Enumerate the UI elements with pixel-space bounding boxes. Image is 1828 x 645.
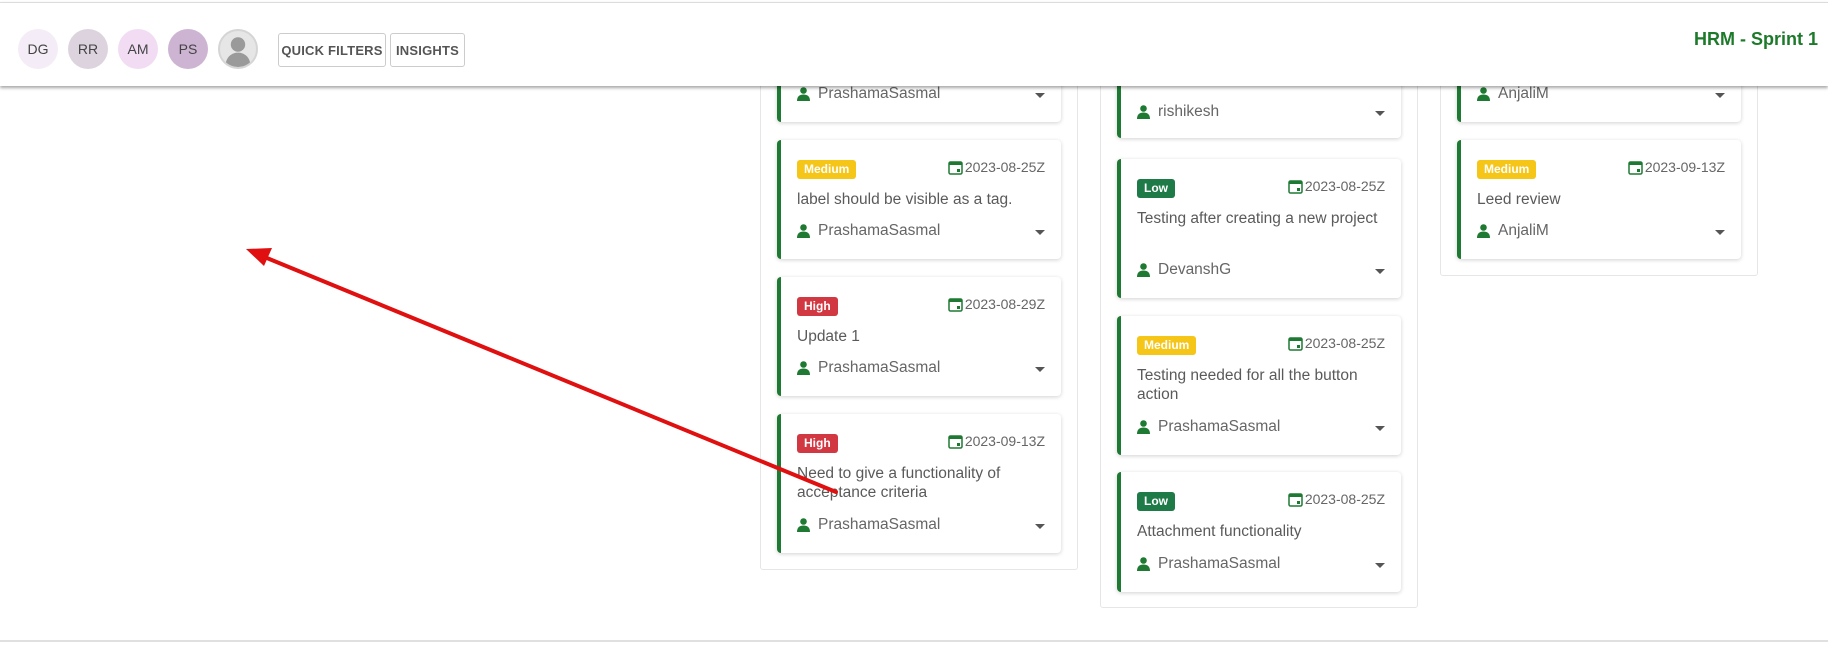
priority-badge: Medium [797,160,857,179]
user-icon [1137,263,1150,277]
card-due-date: 2023-09-13Z [1628,159,1725,175]
default-user-icon [225,37,251,67]
card-due-date: 2023-08-25Z [948,159,1045,175]
card-assignee: DevanshG [1137,261,1231,279]
card-menu-caret[interactable] [1035,230,1045,235]
user-icon [1137,557,1150,571]
card-assignee: rishikesh [1137,103,1219,121]
card-assignee: AnjaliM [1477,85,1549,103]
project-title: HRM - Sprint 1 [1694,29,1818,49]
card-due-date: 2023-08-25Z [1288,491,1385,507]
avatar-default-user[interactable] [218,29,258,69]
card-title: Testing needed for all the button action [1137,367,1358,403]
card-assignee: PrashamaSasmal [797,516,940,534]
card-title: label should be visible as a tag. [797,191,1013,208]
card-due-date: 2023-08-25Z [1288,178,1385,194]
user-icon [1477,87,1490,101]
card-menu-caret[interactable] [1035,367,1045,372]
task-card[interactable]: Low 2023-08-25Z Attachment functionality… [1117,472,1401,592]
calendar-icon [948,434,963,449]
quick-filters-button[interactable]: QUICK FILTERS [278,33,386,67]
task-card[interactable]: Medium 2023-09-13Z Leed review AnjaliM [1457,140,1741,259]
card-due-date: 2023-09-13Z [948,433,1045,449]
card-assignee: PrashamaSasmal [797,222,940,240]
card-menu-caret[interactable] [1715,230,1725,235]
card-menu-caret[interactable] [1035,93,1045,98]
board-page: DG RR AM PS QUICK FILTERS INSIGHTS HRM -… [0,0,1828,645]
card-title: Update 1 [797,328,860,345]
board-column-2: rishikesh Low 2023-08-25Z Testing after … [1100,40,1418,608]
avatar-am[interactable]: AM [118,29,158,69]
card-assignee: PrashamaSasmal [797,359,940,377]
user-icon [1137,105,1150,119]
card-menu-caret[interactable] [1035,524,1045,529]
board-column-1: PrashamaSasmal Medium 2023-08-25Z label … [760,40,1078,570]
calendar-icon [1288,336,1303,351]
card-menu-caret[interactable] [1375,426,1385,431]
user-icon [797,361,810,375]
card-assignee: PrashamaSasmal [797,85,940,103]
calendar-icon [948,297,963,312]
avatar-rr[interactable]: RR [68,29,108,69]
priority-badge: High [797,434,838,453]
calendar-icon [1288,492,1303,507]
card-title: Leed review [1477,191,1561,208]
priority-badge: Medium [1137,336,1197,355]
calendar-icon [1288,179,1303,194]
user-icon [797,224,810,238]
priority-badge: High [797,297,838,316]
card-assignee: AnjaliM [1477,222,1549,240]
priority-badge: Low [1137,492,1175,511]
card-due-date: 2023-08-25Z [1288,335,1385,351]
card-menu-caret[interactable] [1715,93,1725,98]
task-card[interactable]: Medium 2023-08-25Z Testing needed for al… [1117,316,1401,455]
avatar-ps[interactable]: PS [168,29,208,69]
card-title: Testing after creating a new project [1137,210,1378,227]
task-card[interactable]: Low 2023-08-25Z Testing after creating a… [1117,159,1401,298]
card-title: Need to give a functionality of acceptan… [797,465,1001,501]
card-assignee: PrashamaSasmal [1137,555,1280,573]
task-card[interactable]: High 2023-09-13Z Need to give a function… [777,414,1061,553]
task-card[interactable]: Medium 2023-08-25Z label should be visib… [777,140,1061,259]
card-title: Attachment functionality [1137,523,1302,540]
page-bottom-divider [0,640,1828,642]
user-icon [797,87,810,101]
user-icon [1137,420,1150,434]
priority-badge: Low [1137,179,1175,198]
card-menu-caret[interactable] [1375,111,1385,116]
card-menu-caret[interactable] [1375,269,1385,274]
board-header: DG RR AM PS QUICK FILTERS INSIGHTS HRM -… [0,2,1828,86]
user-icon [797,518,810,532]
calendar-icon [1628,160,1643,175]
card-assignee: PrashamaSasmal [1137,418,1280,436]
user-icon [1477,224,1490,238]
priority-badge: Medium [1477,160,1537,179]
card-due-date: 2023-08-29Z [948,296,1045,312]
task-card[interactable]: High 2023-08-29Z Update 1 PrashamaSasmal [777,277,1061,396]
avatar-dg[interactable]: DG [18,29,58,69]
calendar-icon [948,160,963,175]
card-menu-caret[interactable] [1375,563,1385,568]
insights-button[interactable]: INSIGHTS [390,33,465,67]
